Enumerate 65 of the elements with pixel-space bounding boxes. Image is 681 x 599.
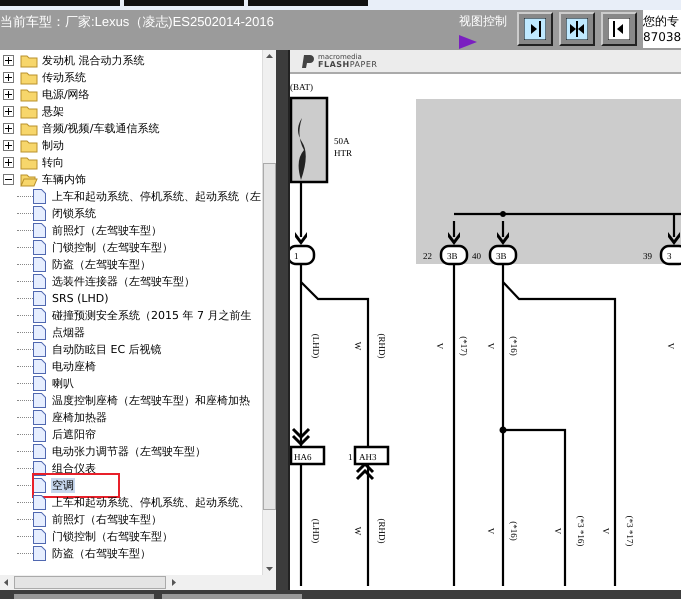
tree-folder[interactable]: 制动 (41, 138, 65, 153)
wire-label: (LHD) (311, 334, 321, 358)
connector-label: AH3 (359, 452, 376, 462)
tree-item[interactable]: 防盗（左驾驶车型） (51, 257, 152, 272)
tree-item[interactable]: 电动座椅 (51, 359, 97, 374)
tree-item[interactable]: 闭锁系统 (51, 206, 97, 221)
tree-item[interactable]: 碰撞预测安全系统（2015 年 7 月之前生 (51, 308, 252, 323)
tree-item[interactable]: 上车和起动系统、停机系统、起动系统、 (51, 495, 251, 510)
current-model-title: 当前车型：厂家:Lexus（凌志)ES2502014-2016 (0, 13, 275, 31)
info-text: 您的专 (643, 13, 680, 29)
tree-item[interactable]: 组合仪表 (51, 461, 97, 476)
pin-number: 40 (472, 251, 481, 261)
connector-label: 3 (667, 251, 672, 261)
wire-label: V (553, 528, 563, 534)
tree-item[interactable]: 前照灯（右驾驶车型） (51, 512, 163, 527)
wire-label: V (486, 342, 496, 350)
wire-label: (*3 *16) (576, 516, 586, 546)
pin-number: 22 (423, 251, 432, 261)
tree-folder[interactable]: 悬架 (41, 104, 65, 119)
info-text: 87038 (643, 29, 681, 45)
tree-item[interactable]: SRS (LHD) (51, 292, 110, 305)
wire-label: V (666, 342, 676, 350)
wire-label: V (435, 342, 445, 350)
wire-label: W (353, 526, 363, 536)
tree-folder[interactable]: 电源/网络 (41, 87, 91, 102)
wire-label: (LHD) (311, 518, 321, 544)
tree-item[interactable]: 防盗（右驾驶车型） (51, 546, 152, 561)
tree-folder[interactable]: 转向 (41, 155, 65, 170)
power-source-label: (BAT) (290, 82, 313, 92)
fuse-name: HTR (334, 148, 352, 158)
connector-label: HA6 (294, 452, 312, 462)
wire-label: W (353, 342, 363, 350)
tree-folder[interactable]: 音频/视频/车载通信系统 (41, 121, 160, 136)
wire-label: (*16) (509, 336, 519, 356)
wire-label: (RHD) (377, 334, 387, 358)
connector-label: 3B (447, 251, 458, 261)
connector-label: 3B (496, 251, 507, 261)
wire-label: V (486, 528, 496, 534)
wire-label: V (601, 528, 611, 534)
tree-item[interactable]: 门锁控制（右驾驶车型） (51, 529, 174, 544)
wire-label: (*16) (509, 521, 519, 541)
wire-label: (RHD) (377, 518, 387, 544)
tree-item[interactable]: 点烟器 (51, 325, 86, 340)
wire-label: (*3 *17) (625, 516, 635, 546)
tree-item[interactable]: 门锁控制（左驾驶车型） (51, 240, 174, 255)
tree-item[interactable]: 选装件连接器（左驾驶车型） (51, 274, 196, 289)
tree-item[interactable]: 自动防眩目 EC 后视镜 (51, 342, 163, 357)
tree-folder[interactable]: 车辆内饰 (41, 172, 87, 187)
tree-item[interactable]: 前照灯（左驾驶车型） (51, 223, 163, 238)
tree-item[interactable]: 喇叭 (51, 376, 75, 391)
tree-item[interactable]: 后遮阳帘 (51, 427, 97, 442)
connector-label: 1 (294, 251, 298, 261)
tree-item[interactable]: 空调 (51, 478, 75, 493)
tree-item[interactable]: 温度控制座椅（左驾驶车型）和座椅加热 (51, 393, 251, 408)
pin-number: 39 (643, 251, 652, 261)
fuse-rating: 50A (334, 136, 350, 146)
tree-item[interactable]: 电动张力调节器（左驾驶车型） (51, 444, 207, 459)
pin-number: 1 (348, 452, 352, 462)
tree-item[interactable]: 座椅加热器 (51, 410, 108, 425)
tree-folder[interactable]: 传动系统 (41, 70, 87, 85)
view-control-label: 视图控制 (459, 13, 507, 30)
tree-item[interactable]: 上车和起动系统、停机系统、起动系统（左 (51, 189, 262, 204)
tree-folder[interactable]: 发动机 混合动力系统 (41, 53, 146, 68)
wire-label: (*17) (459, 336, 469, 356)
logo-title: FLASH PAPER (318, 61, 378, 69)
